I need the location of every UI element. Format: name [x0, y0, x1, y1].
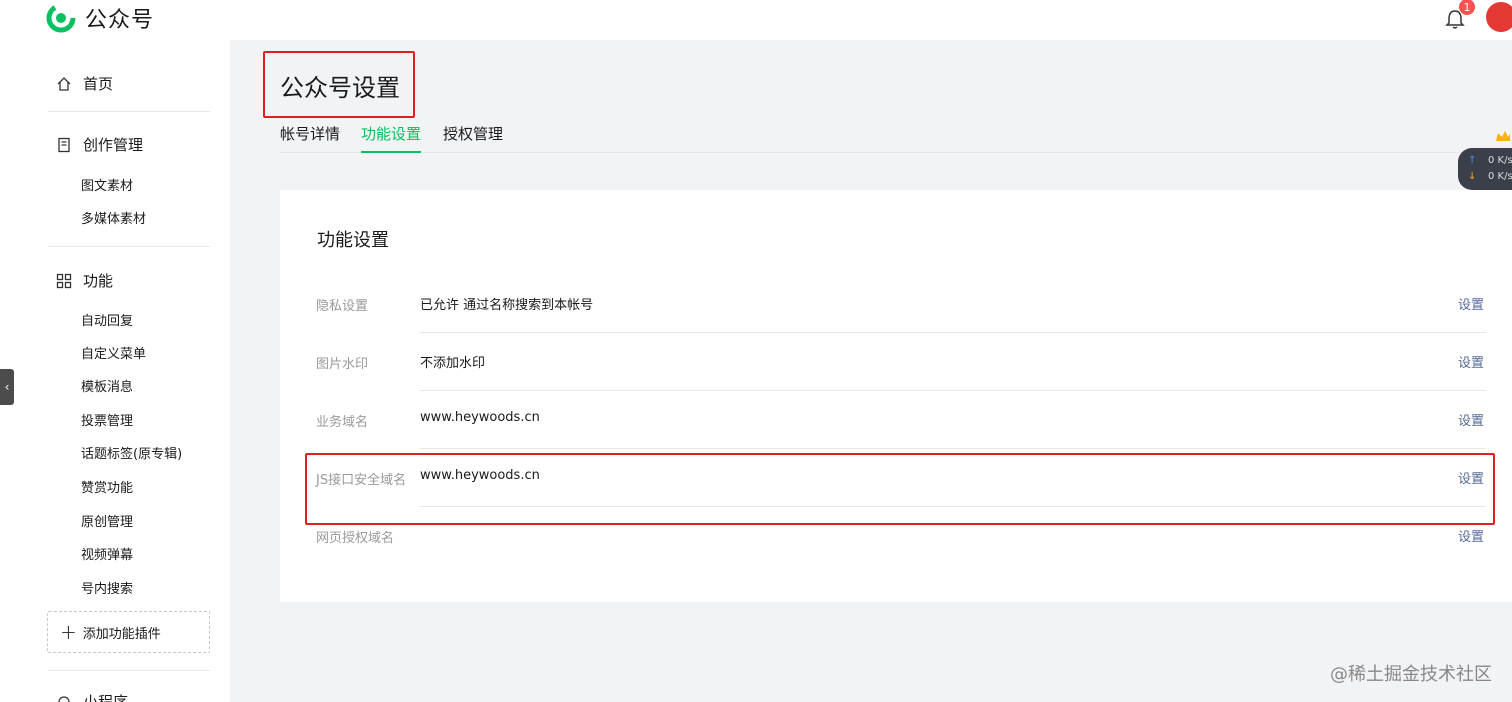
sidebar-item-article-materials[interactable]: 图文素材 — [81, 175, 133, 194]
sidebar-item-in-account-search[interactable]: 号内搜索 — [81, 578, 133, 597]
row-label: 网页授权域名 — [316, 531, 395, 546]
tab-account-details[interactable]: 帐号详情 — [280, 123, 340, 153]
sidebar-item-topic-tags[interactable]: 话题标签(原专辑) — [81, 443, 182, 462]
sidebar-section-label: 创作管理 — [83, 136, 144, 154]
divider — [48, 111, 210, 112]
sidebar-item-template-messages[interactable]: 模板消息 — [81, 376, 133, 395]
sidebar-item-custom-menu[interactable]: 自定义菜单 — [81, 343, 146, 362]
row-settings-link[interactable]: 设置 — [1458, 410, 1484, 429]
add-plugin-label: 添加功能插件 — [82, 626, 161, 642]
row-label: 隐私设置 — [316, 299, 369, 314]
annotation-box — [305, 453, 1495, 525]
divider — [420, 332, 1486, 333]
document-icon — [58, 137, 70, 152]
network-speed-widget[interactable]: ↑ 0 K/s ↓ 0 K/s — [1458, 148, 1512, 190]
sidebar-item-media-materials[interactable]: 多媒体素材 — [81, 208, 146, 227]
divider — [420, 448, 1486, 449]
app-logo[interactable]: 公众号 — [46, 2, 154, 34]
sidebar-item-label: 首页 — [83, 75, 114, 93]
sidebar-section-features[interactable]: 功能 — [56, 270, 113, 291]
settings-row: 业务域名 www.heywoods.cn 设置 — [280, 396, 1512, 454]
sidebar-item-video-danmaku[interactable]: 视频弹幕 — [81, 544, 133, 563]
sidebar-item-appreciation[interactable]: 赞赏功能 — [81, 477, 133, 496]
sidebar-item-auto-reply[interactable]: 自动回复 — [81, 310, 133, 329]
download-arrow-icon: ↓ — [1468, 171, 1477, 182]
home-icon — [57, 76, 71, 91]
sidebar-item-vote-management[interactable]: 投票管理 — [81, 410, 133, 429]
row-value: 不添加水印 — [420, 356, 486, 371]
sidebar-section-creation[interactable]: 创作管理 — [56, 134, 143, 155]
upload-arrow-icon: ↑ — [1468, 155, 1477, 166]
row-settings-link[interactable]: 设置 — [1458, 352, 1484, 371]
plus-icon: + — [60, 620, 77, 644]
upload-speed: 0 K/s — [1488, 155, 1512, 166]
divider — [48, 246, 210, 247]
sidebar-section-mini-program[interactable]: 小程序 — [56, 691, 128, 702]
mini-program-icon — [58, 695, 70, 702]
top-bar: 公众号 1 — [0, 0, 1512, 40]
settings-row: 隐私设置 已允许 通过名称搜索到本帐号 设置 — [280, 280, 1512, 338]
annotation-box — [263, 51, 415, 118]
app-name: 公众号 — [85, 8, 155, 33]
row-settings-link[interactable]: 设置 — [1458, 294, 1484, 313]
add-plugin-button[interactable]: + 添加功能插件 — [47, 611, 210, 653]
settings-row: 图片水印 不添加水印 设置 — [280, 338, 1512, 396]
row-value: www.heywoods.cn — [420, 410, 540, 425]
row-label: 业务域名 — [316, 415, 369, 430]
chevron-left-icon: ‹ — [4, 380, 10, 394]
notification-badge: 1 — [1458, 0, 1476, 16]
divider — [48, 670, 210, 671]
tab-feature-settings[interactable]: 功能设置 — [361, 123, 422, 153]
vip-crown-icon[interactable] — [1494, 128, 1512, 146]
download-speed: 0 K/s — [1488, 171, 1512, 182]
sidebar-item-home[interactable]: 首页 — [56, 73, 113, 94]
divider — [420, 390, 1486, 391]
watermark: @稀土掘金技术社区 — [1330, 664, 1492, 685]
sidebar-collapse-button[interactable]: ‹ — [0, 369, 14, 405]
sidebar-section-label: 小程序 — [83, 693, 129, 702]
tab-authorization-management[interactable]: 授权管理 — [443, 123, 503, 153]
sidebar-item-original-management[interactable]: 原创管理 — [81, 511, 133, 530]
sidebar: 首页 创作管理 图文素材 多媒体素材 功能 自动回复 自定义菜单 模板消息 投票… — [0, 40, 230, 702]
tab-bar: 帐号详情 功能设置 授权管理 — [280, 123, 1512, 153]
wechat-logo-icon — [46, 3, 76, 33]
settings-card: 功能设置 隐私设置 已允许 通过名称搜索到本帐号 设置 图片水印 不添加水印 设… — [280, 190, 1512, 602]
sidebar-section-label: 功能 — [83, 272, 114, 290]
row-settings-link[interactable]: 设置 — [1458, 526, 1484, 545]
row-value: 已允许 通过名称搜索到本帐号 — [420, 298, 594, 313]
avatar[interactable] — [1486, 2, 1512, 32]
card-title: 功能设置 — [317, 230, 389, 251]
row-label: 图片水印 — [316, 357, 369, 372]
grid-icon — [56, 273, 72, 288]
